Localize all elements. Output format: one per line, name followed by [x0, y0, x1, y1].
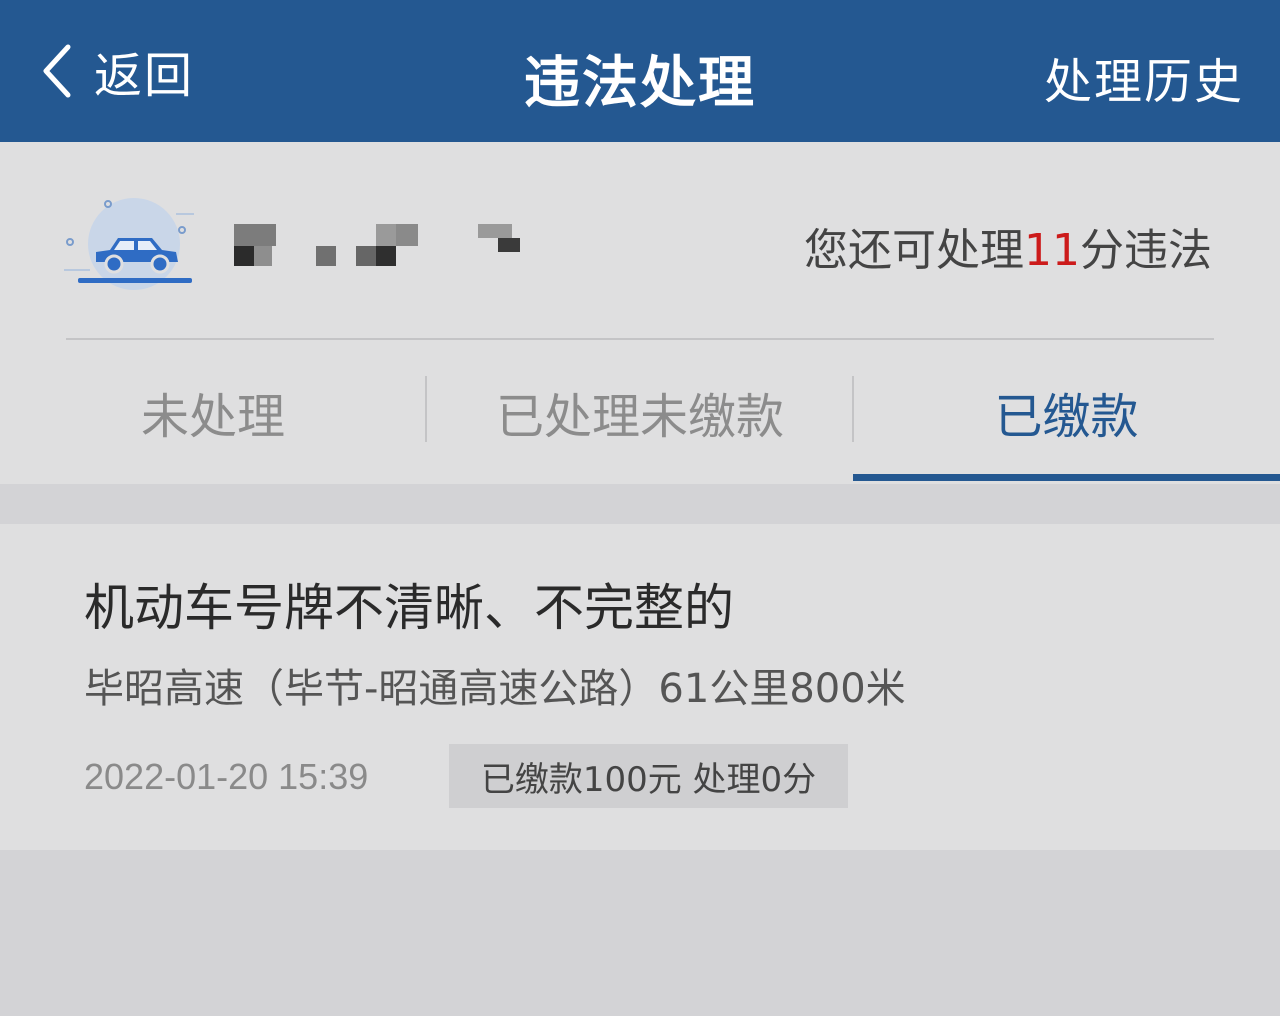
vehicle-summary-card: 您还可处理11分违法 未处理 已处理未缴款 已缴款 — [0, 142, 1280, 484]
top-navigation-bar: 返回 违法处理 处理历史 — [0, 0, 1280, 142]
license-plate-redacted — [232, 220, 532, 270]
tab-processed-unpaid[interactable]: 已处理未缴款 — [427, 340, 853, 484]
violation-time: 2022-01-20 15:39 — [84, 756, 369, 797]
tab-paid[interactable]: 已缴款 — [853, 340, 1280, 484]
violation-location: 毕昭高速（毕节-昭通高速公路）61公里800米 — [84, 666, 906, 712]
points-suffix: 分违法 — [1080, 225, 1212, 276]
points-value: 11 — [1024, 225, 1080, 276]
active-tab-indicator — [853, 474, 1280, 481]
status-tabs: 未处理 已处理未缴款 已缴款 — [0, 340, 1280, 484]
car-icon — [64, 198, 194, 290]
points-prefix: 您还可处理 — [804, 225, 1024, 276]
payment-status-badge: 已缴款100元 处理0分 — [449, 744, 848, 808]
remaining-points-text: 您还可处理11分违法 — [804, 214, 1212, 278]
violation-record-item[interactable]: 机动车号牌不清晰、不完整的 毕昭高速（毕节-昭通高速公路）61公里800米 20… — [0, 524, 1280, 850]
violation-title: 机动车号牌不清晰、不完整的 — [84, 579, 734, 637]
history-button[interactable]: 处理历史 — [1044, 42, 1244, 112]
tab-unprocessed[interactable]: 未处理 — [0, 340, 426, 484]
